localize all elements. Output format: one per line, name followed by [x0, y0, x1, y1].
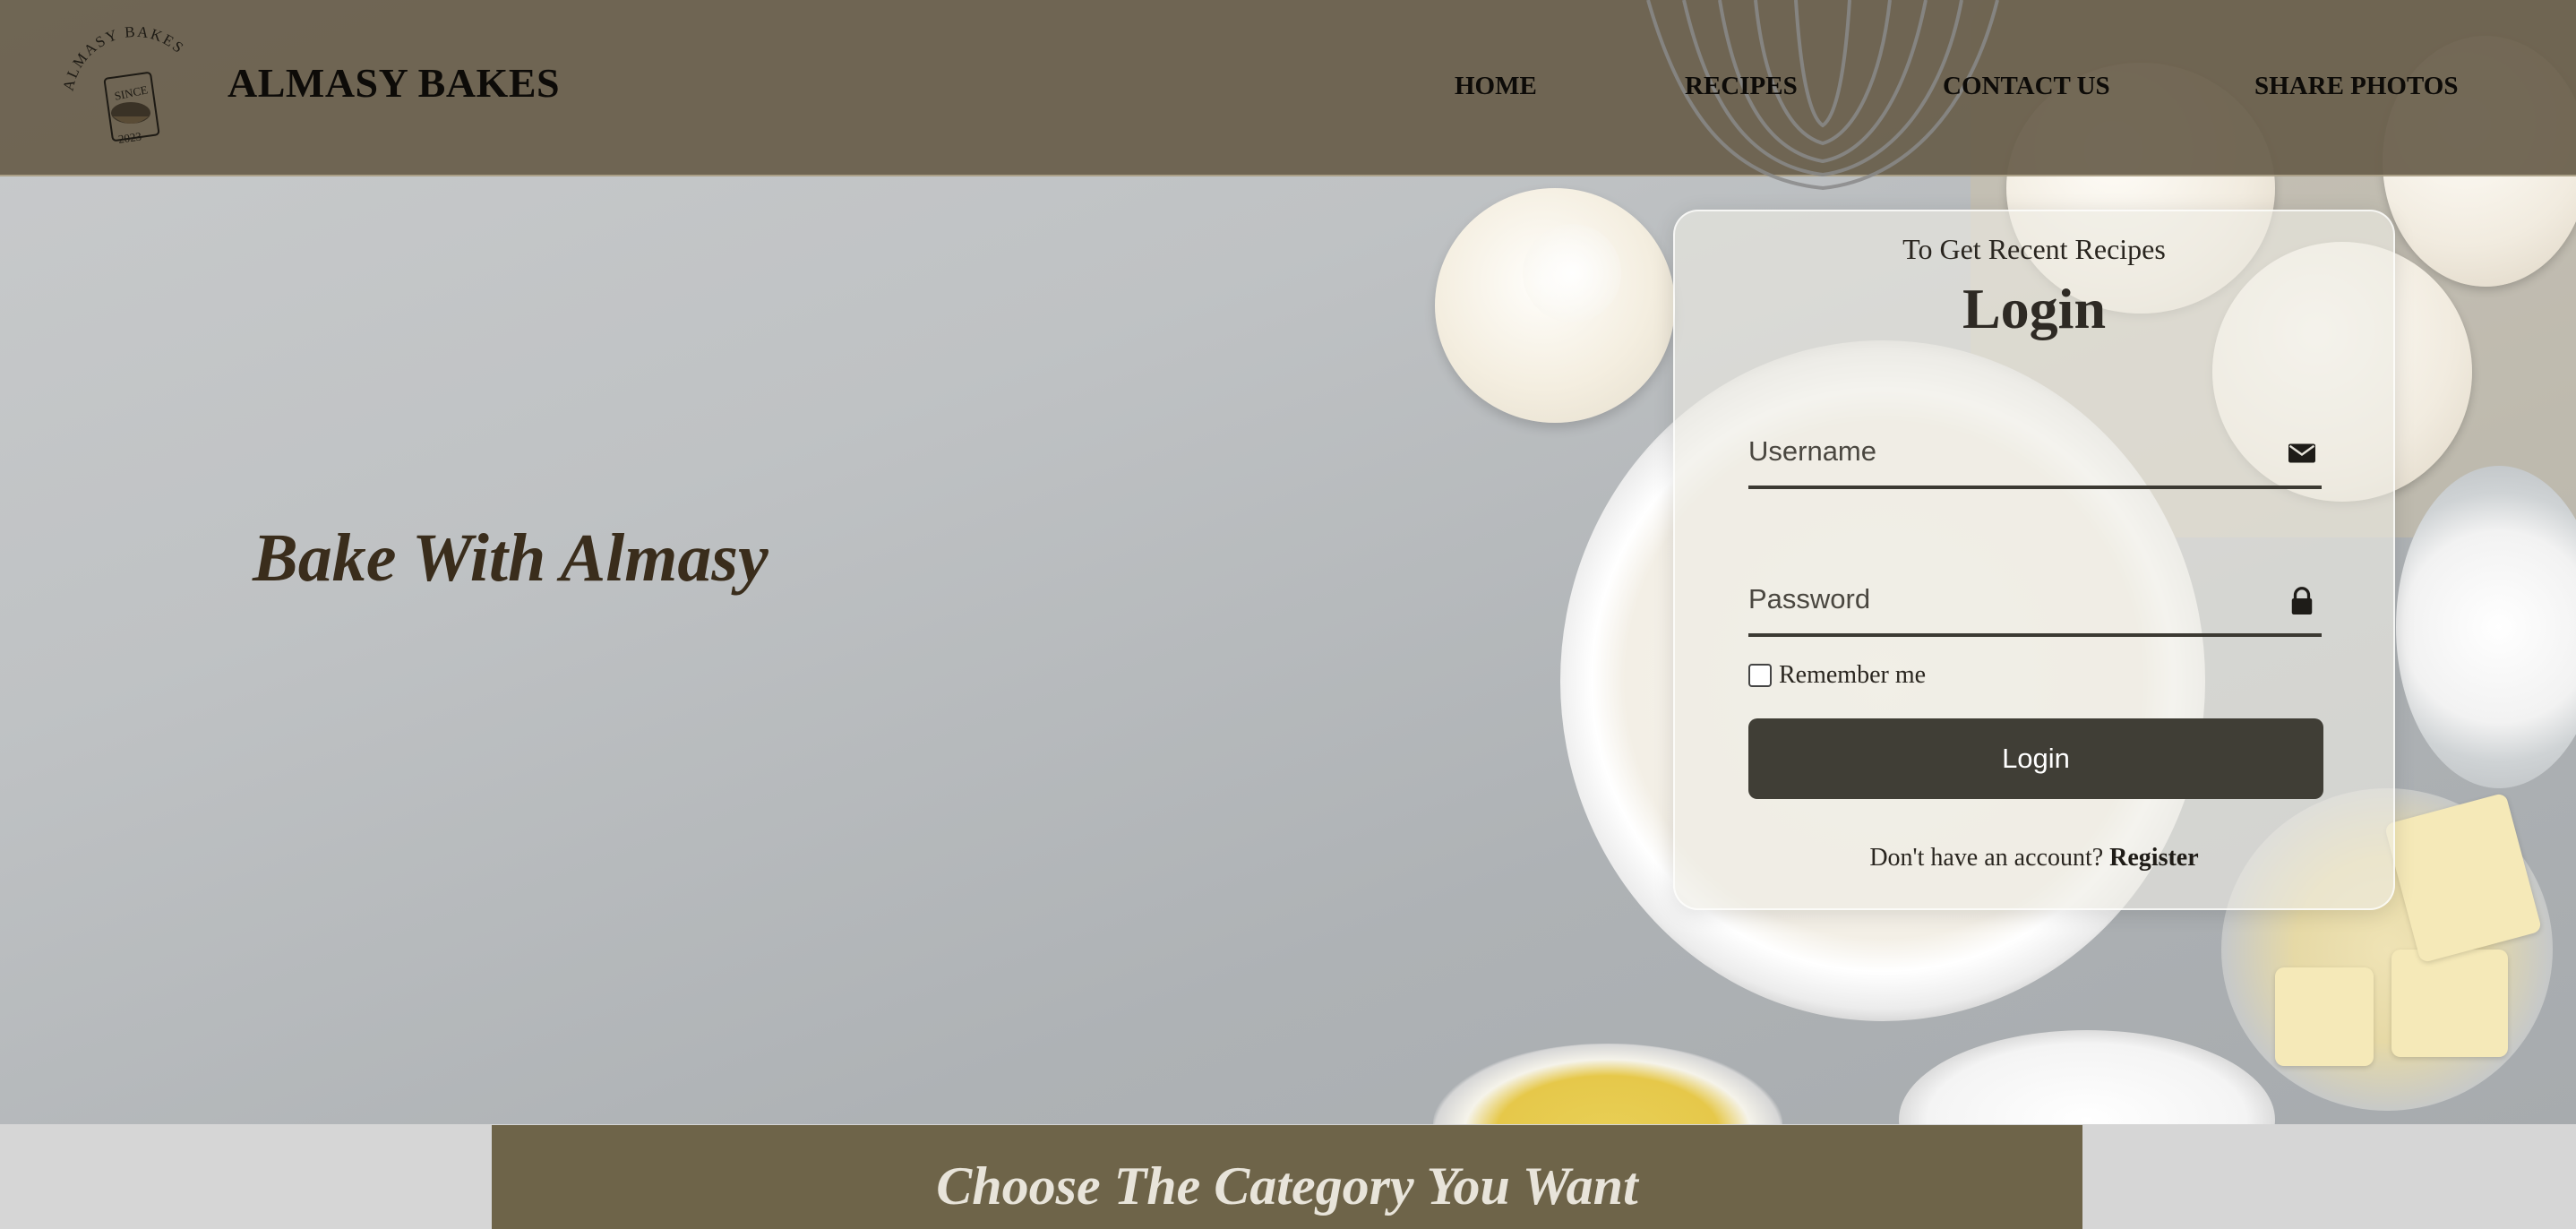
brand-name[interactable]: ALMASY BAKES [228, 59, 560, 107]
login-button[interactable]: Login [1748, 718, 2323, 799]
username-input[interactable] [1748, 417, 2268, 486]
svg-text:2023: 2023 [117, 129, 142, 145]
password-input[interactable] [1748, 565, 2268, 633]
brand-logo[interactable]: ALMASY BAKES SINCE 2023 [59, 23, 211, 158]
register-prompt: Don't have an account? [1869, 844, 2104, 872]
password-field [1748, 565, 2322, 637]
register-line: Don't have an account? Register [1675, 844, 2393, 872]
category-title: Choose The Category You Want [936, 1156, 1638, 1216]
nav-home[interactable]: HOME [1455, 72, 1537, 101]
hero-title: Bake With Almasy [253, 520, 769, 596]
nav-recipes[interactable]: RECIPES [1685, 72, 1798, 101]
remember-me-checkbox[interactable] [1748, 664, 1772, 687]
login-card: To Get Recent Recipes Login Remember me … [1673, 210, 2395, 910]
svg-text:ALMASY BAKES: ALMASY BAKES [60, 23, 188, 92]
nav-contact-us[interactable]: CONTACT US [1943, 72, 2110, 101]
remember-me[interactable]: Remember me [1748, 661, 1926, 690]
nav-share-photos[interactable]: SHARE PHOTOS [2254, 72, 2459, 101]
oil-bowl-image [1433, 1044, 1782, 1124]
login-title: Login [1962, 277, 2107, 340]
envelope-icon [2288, 443, 2315, 463]
category-banner: Choose The Category You Want [492, 1125, 2082, 1229]
remember-me-label: Remember me [1779, 661, 1927, 689]
whisk-image [1646, 0, 1999, 191]
site-header: ALMASY BAKES SINCE 2023 ALMASY BAKES HOM… [0, 0, 2576, 191]
svg-text:SINCE: SINCE [113, 82, 149, 102]
register-link[interactable]: Register [2109, 844, 2199, 872]
butter-cube-image [2391, 950, 2508, 1057]
lock-icon [2291, 587, 2313, 614]
username-field [1748, 417, 2322, 489]
white-bowl-image [1899, 1030, 2275, 1124]
butter-cube-image [2275, 967, 2374, 1066]
login-subtitle: To Get Recent Recipes [1902, 233, 2166, 265]
egg-white-image [1523, 224, 1621, 322]
